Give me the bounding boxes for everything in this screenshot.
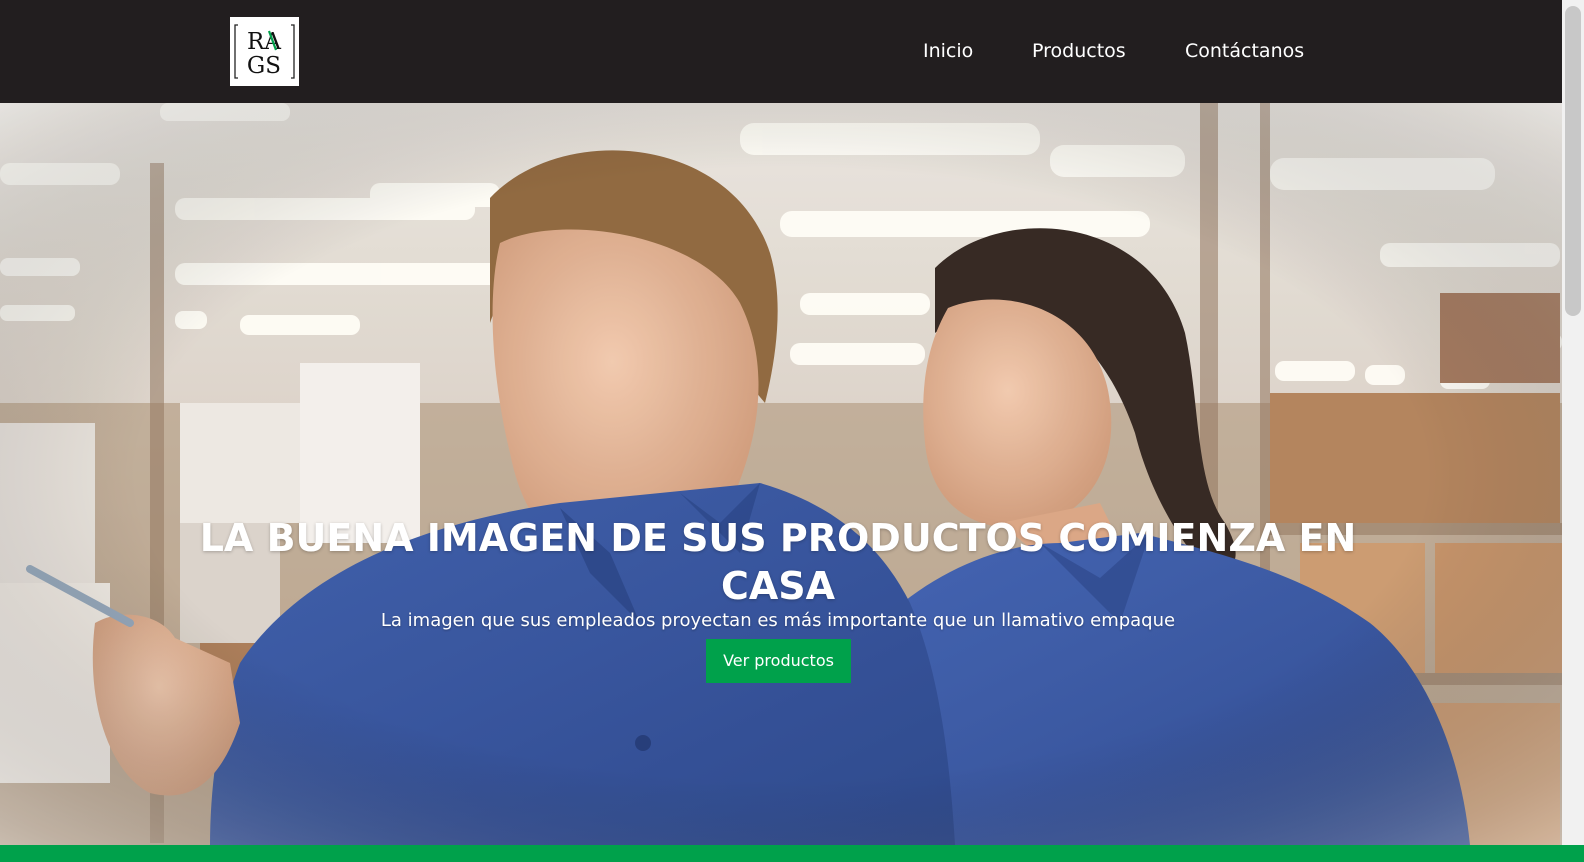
main-nav: Inicio Productos Contáctanos	[0, 38, 1562, 64]
top-navbar: RA GS Inicio Productos Contáctanos	[0, 0, 1562, 103]
hero-title: LA BUENA IMAGEN DE SUS PRODUCTOS COMIENZ…	[199, 516, 1357, 609]
nav-item-inicio[interactable]: Inicio	[923, 38, 973, 64]
nav-item-productos[interactable]: Productos	[1032, 38, 1126, 64]
ver-productos-button[interactable]: Ver productos	[706, 639, 851, 683]
hero-subtitle: La imagen que sus empleados proyectan es…	[380, 610, 1176, 631]
nav-item-contactanos[interactable]: Contáctanos	[1185, 38, 1304, 64]
page-scrollbar[interactable]	[1562, 0, 1584, 845]
scrollbar-thumb[interactable]	[1565, 6, 1581, 316]
hero-background-photo	[0, 103, 1562, 845]
footer-accent-bar	[0, 845, 1584, 862]
hero-banner: LA BUENA IMAGEN DE SUS PRODUCTOS COMIENZ…	[0, 103, 1562, 845]
